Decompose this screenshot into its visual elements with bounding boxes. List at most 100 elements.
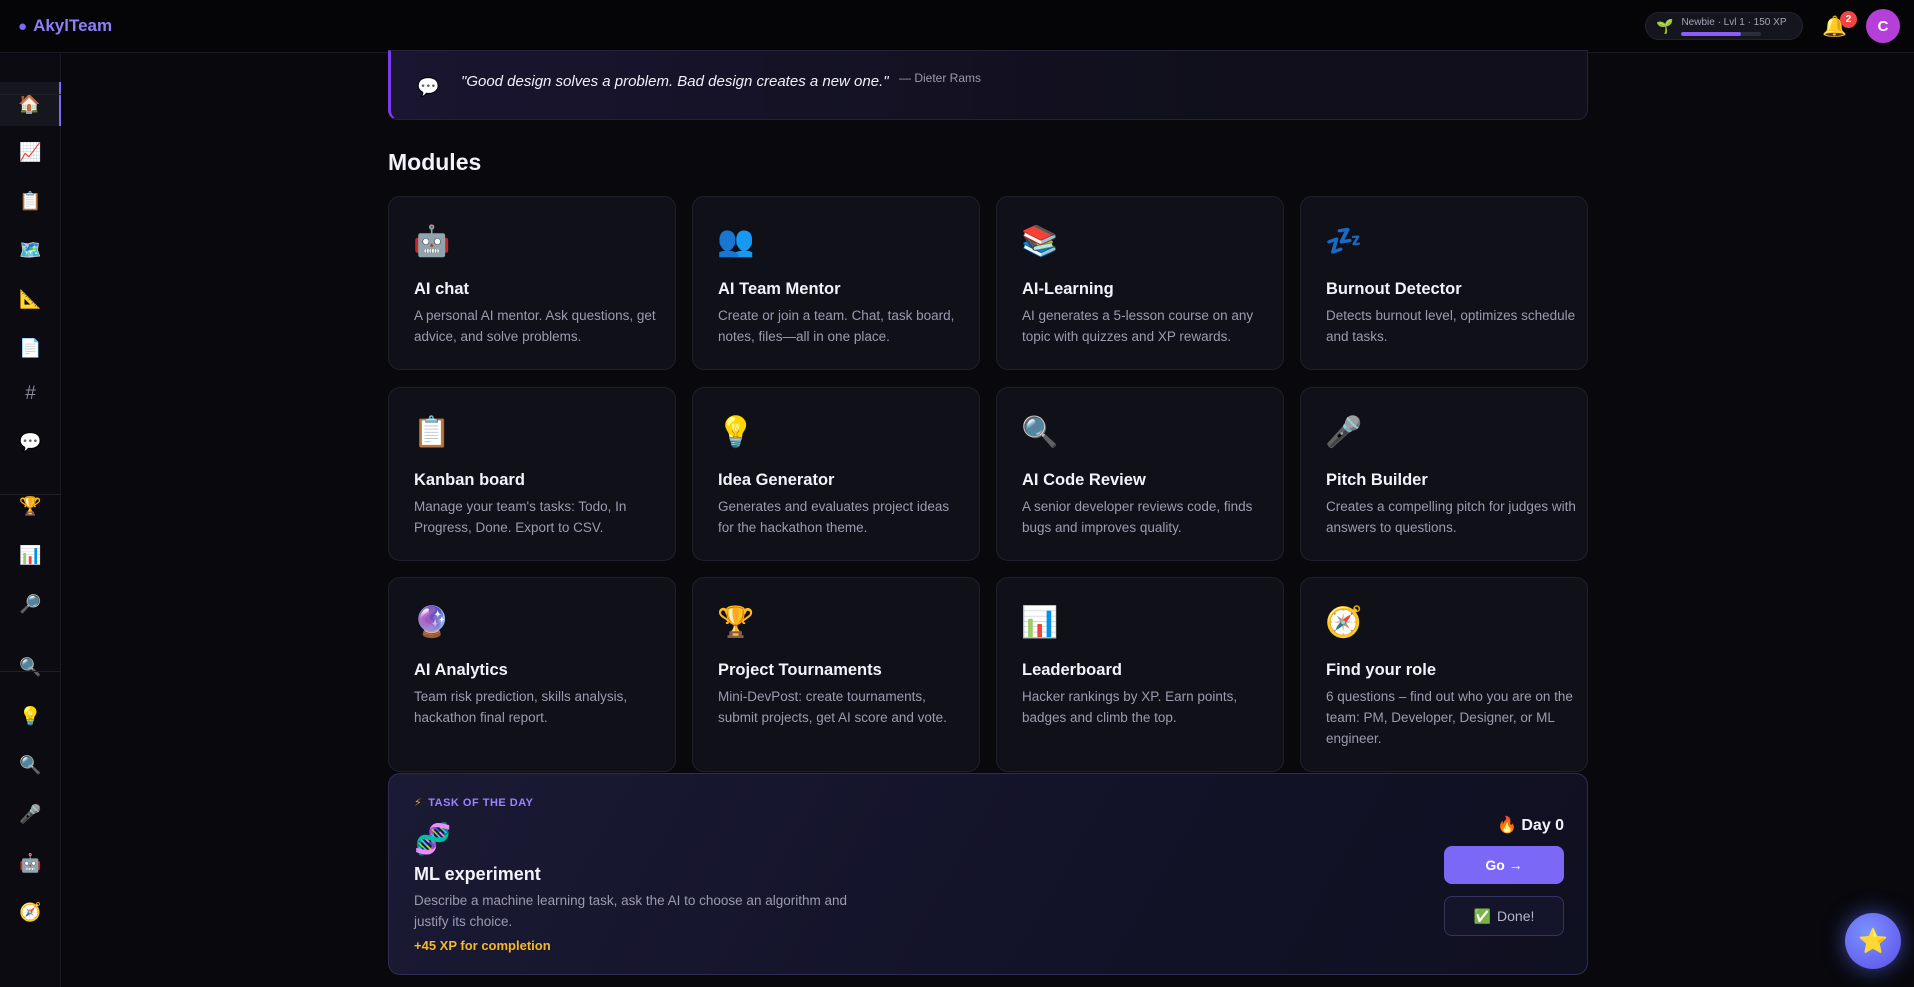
team-icon: 👥 [717, 225, 755, 258]
task-description: Describe a machine learning task, ask th… [414, 893, 847, 929]
robot-icon: 🤖 [19, 852, 42, 873]
xp-progress-fill [1681, 31, 1742, 36]
crystal-ball-icon: 🔮 [413, 606, 451, 639]
sidebar-item-compass[interactable]: 🧭 [0, 890, 61, 934]
module-card-title: AI chat [414, 280, 470, 298]
document-icon: 📄 [19, 337, 42, 358]
task-of-the-day-card: ⚡ TASK OF THE DAY 🧬 ML experiment Describ… [388, 773, 1588, 975]
module-card-project-tournaments[interactable]: 🏆 Project Tournaments Mini-DevPost: create… [692, 577, 980, 772]
sidebar-item-chart[interactable]: 📈 [0, 130, 61, 174]
star-fab-button[interactable]: ⭐ [1845, 913, 1901, 969]
module-card-title: Idea Generator [718, 471, 835, 489]
sidebar-item-trophy[interactable]: 🏆 [0, 484, 61, 528]
module-card-description: Team risk prediction, skills analysis, h… [414, 689, 628, 725]
avatar[interactable]: C [1866, 9, 1900, 43]
magnifier-icon: 🔍 [19, 754, 42, 775]
quote-author: — Dieter Rams [899, 71, 982, 85]
module-card-idea-generator[interactable]: 💡 Idea Generator Generates and evaluates p… [692, 387, 980, 561]
ruler-icon: 📐 [19, 288, 42, 309]
microphone-icon: 🎤 [19, 803, 42, 824]
robot-icon: 🤖 [413, 225, 451, 258]
module-card-title: Project Tournaments [718, 661, 882, 679]
sidebar-item-ruler[interactable]: 📐 [0, 277, 61, 321]
module-card-title: AI-Learning [1022, 280, 1114, 298]
go-button[interactable]: Go → [1444, 846, 1564, 884]
module-card-kanban-board[interactable]: 📋 Kanban board Manage your team's tasks: T… [388, 387, 676, 561]
sidebar-divider [0, 671, 61, 672]
module-card-ai-code-review[interactable]: 🔍 AI Code Review A senior developer review… [996, 387, 1284, 561]
task-label-text: TASK OF THE DAY [428, 797, 534, 809]
top-bar: ● AkylTeam [0, 0, 1914, 53]
sidebar-item-robot[interactable]: 🤖 [0, 841, 61, 885]
module-card-title: Burnout Detector [1326, 280, 1462, 298]
speech-bubble-icon: 💬 [417, 77, 440, 97]
sidebar-item-map[interactable]: 🗺️ [0, 228, 61, 272]
streak-day: 🔥 Day 0 [1497, 815, 1564, 835]
sidebar-item-lightbulb[interactable]: 💡 [0, 694, 61, 738]
module-card-leaderboard[interactable]: 📊 Leaderboard Hacker rankings by XP. Earn … [996, 577, 1284, 772]
search-icon: 🔍 [19, 656, 42, 677]
seedling-icon: 🌱 [1656, 17, 1674, 34]
module-card-title: AI Code Review [1022, 471, 1146, 489]
module-card-description: AI generates a 5-lesson course on any to… [1022, 308, 1254, 344]
sidebar-item-search[interactable]: 🔍 [0, 645, 61, 689]
sidebar-divider [0, 94, 61, 95]
module-card-description: A personal AI mentor. Ask questions, get… [414, 308, 656, 344]
bar-chart-icon: 📊 [19, 544, 42, 565]
sidebar-item-search-right[interactable]: 🔎 [0, 582, 61, 626]
task-label: ⚡ TASK OF THE DAY [414, 796, 534, 809]
module-card-find-your-role[interactable]: 🧭 Find your role 6 questions – find out wh… [1300, 577, 1588, 772]
app-logo[interactable]: ● AkylTeam [18, 16, 112, 36]
sidebar-item-bar-chart[interactable]: 📊 [0, 533, 61, 577]
quote-text: "Good design solves a problem. Bad desig… [461, 73, 889, 90]
module-card-description: Create or join a team. Chat, task board,… [718, 308, 955, 344]
sleep-icon: 💤 [1325, 225, 1363, 258]
module-card-burnout-detector[interactable]: 💤 Burnout Detector Detects burnout level, … [1300, 196, 1588, 370]
xp-level-text: Newbie · Lvl 1 · 150 XP [1681, 16, 1787, 28]
module-card-ai-team-mentor[interactable]: 👥 AI Team Mentor Create or join a team. Ch… [692, 196, 980, 370]
done-label: Done! [1497, 908, 1535, 924]
lightbulb-icon: 💡 [717, 416, 755, 449]
microphone-icon: 🎤 [1325, 416, 1363, 449]
task-xp-reward: +45 XP for completion [414, 938, 551, 953]
quote-banner: 💬 "Good design solves a problem. Bad des… [388, 50, 1588, 120]
clipboard-icon: 📋 [413, 416, 451, 449]
sidebar-item-home[interactable]: 🏠 [0, 82, 61, 126]
module-card-description: 6 questions – find out who you are on th… [1326, 689, 1573, 746]
module-card-ai-learning[interactable]: 📚 AI-Learning AI generates a 5-lesson cour… [996, 196, 1284, 370]
module-card-pitch-builder[interactable]: 🎤 Pitch Builder Creates a compelling pitch… [1300, 387, 1588, 561]
bar-chart-icon: 📊 [1021, 606, 1059, 639]
sidebar-item-document[interactable]: 📄 [0, 326, 61, 370]
compass-icon: 🧭 [19, 901, 42, 922]
sidebar-item-microphone[interactable]: 🎤 [0, 792, 61, 836]
module-card-title: Leaderboard [1022, 661, 1122, 679]
map-icon: 🗺️ [19, 239, 42, 260]
sidebar-item-clipboard[interactable]: 📋 [0, 179, 61, 223]
sidebar: 🏠 📈 📋 🗺️ 📐 📄 # 💬 🏆 📊 🔎 🔍 💡 🔍 🎤 🤖 🧭 [0, 54, 61, 987]
module-card-title: Pitch Builder [1326, 471, 1428, 489]
chat-icon: 💬 [19, 431, 42, 452]
fire-icon: 🔥 [1497, 817, 1517, 834]
lightning-icon: ⚡ [414, 797, 423, 809]
done-button[interactable]: ✅ Done! [1444, 896, 1564, 936]
sidebar-item-hashtag[interactable]: # [0, 372, 61, 416]
sidebar-item-magnifier[interactable]: 🔍 [0, 743, 61, 787]
xp-level-pill[interactable]: 🌱 Newbie · Lvl 1 · 150 XP [1645, 12, 1803, 40]
module-card-title: AI Team Mentor [718, 280, 841, 298]
sidebar-divider [0, 494, 61, 495]
books-icon: 📚 [1021, 225, 1059, 258]
module-card-ai-analytics[interactable]: 🔮 AI Analytics Team risk prediction, skill… [388, 577, 676, 772]
xp-progress-bar [1681, 31, 1762, 36]
check-icon: ✅ [1473, 907, 1492, 924]
lightbulb-icon: 💡 [19, 705, 42, 726]
app-name: AkylTeam [33, 16, 113, 35]
module-card-description: Generates and evaluates project ideas fo… [718, 499, 950, 535]
module-card-ai-chat[interactable]: 🤖 AI chat A personal AI mentor. Ask questi… [388, 196, 676, 370]
home-icon: 🏠 [18, 93, 41, 114]
compass-icon: 🧭 [1325, 606, 1363, 639]
module-card-title: Kanban board [414, 471, 525, 489]
sidebar-item-chat[interactable]: 💬 [0, 420, 61, 464]
module-card-description: Hacker rankings by XP. Earn points, badg… [1022, 689, 1238, 725]
module-card-description: Detects burnout level, optimizes schedul… [1326, 308, 1576, 344]
module-card-description: Manage your team's tasks: Todo, In Progr… [414, 499, 627, 535]
